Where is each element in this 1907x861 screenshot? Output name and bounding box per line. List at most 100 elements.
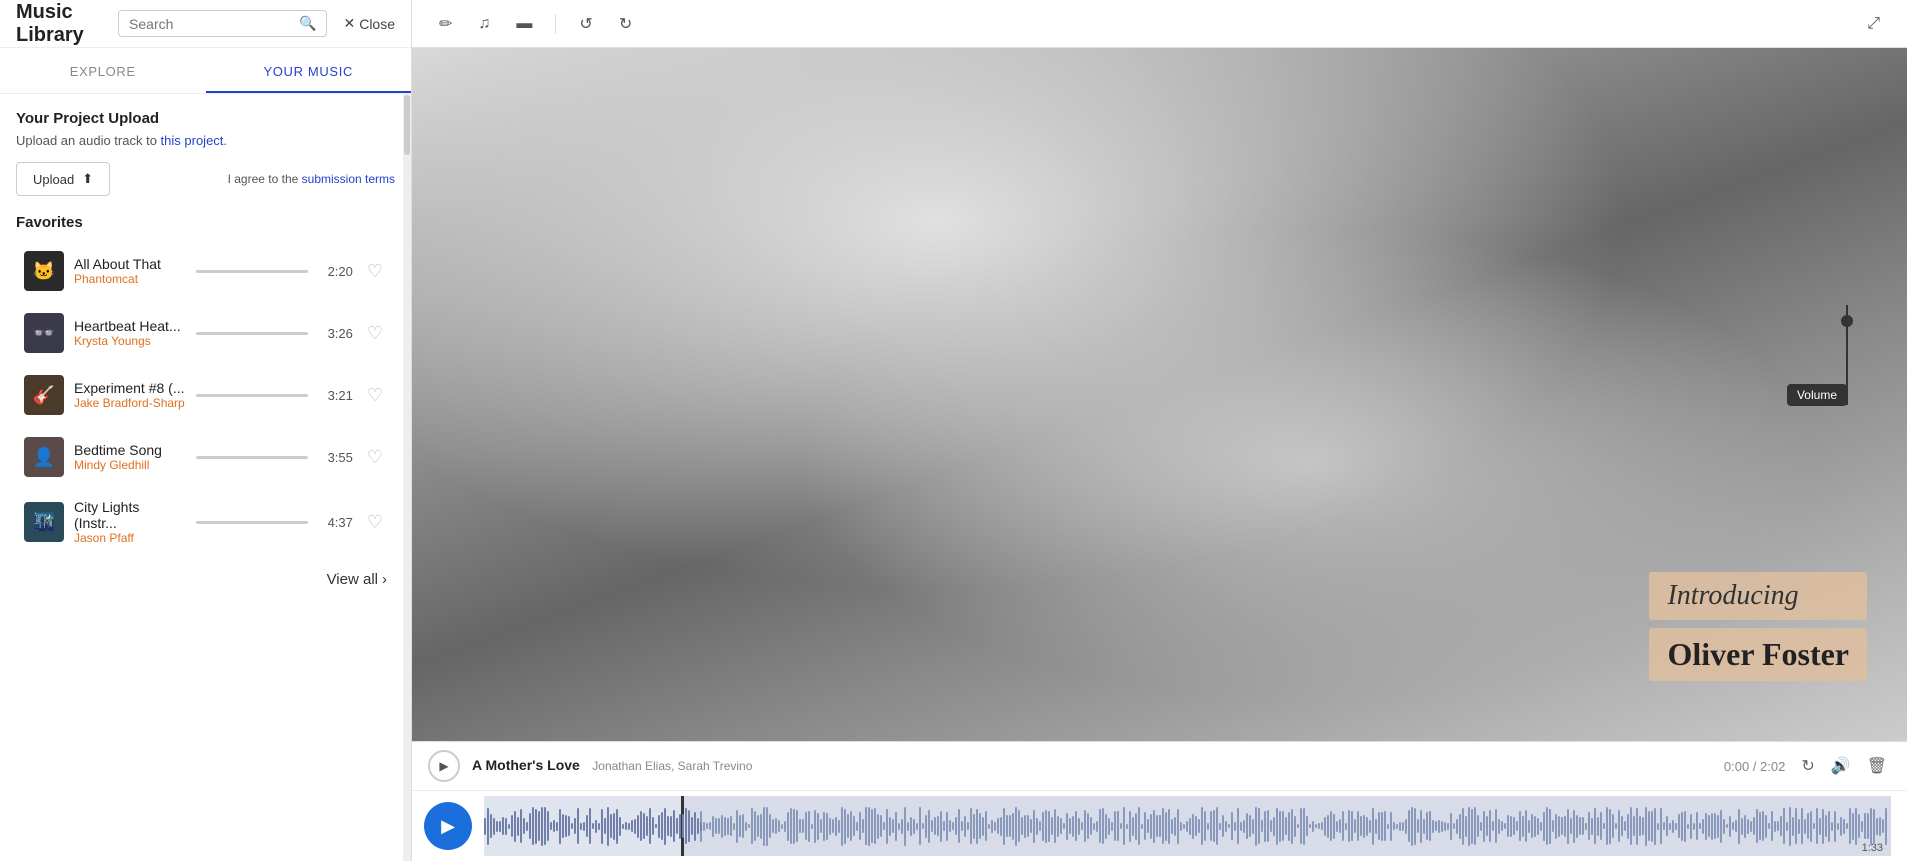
terms-prefix: I agree to the xyxy=(228,172,299,186)
redo-icon: ↻ xyxy=(619,14,632,34)
project-upload-title: Your Project Upload xyxy=(16,110,395,127)
terms-link[interactable]: submission terms xyxy=(302,172,395,186)
favorite-button[interactable]: ♡ xyxy=(363,319,387,348)
track-waveform xyxy=(196,270,308,273)
track-duration: 3:21 xyxy=(318,388,353,403)
favorite-button[interactable]: ♡ xyxy=(363,508,387,537)
track-duration: 3:26 xyxy=(318,326,353,341)
track-item[interactable]: 🐱 All About That Phantomcat 2:20 ♡ xyxy=(16,241,395,301)
upload-icon: ⬆ xyxy=(82,171,93,187)
track-artist: Phantomcat xyxy=(74,272,186,286)
volume-handle[interactable] xyxy=(1841,315,1853,327)
track-artist: Krysta Youngs xyxy=(74,334,186,348)
track-duration: 2:20 xyxy=(318,264,353,279)
track-info: City Lights (Instr... Jason Pfaff xyxy=(74,499,186,545)
scroll-thumb xyxy=(404,95,410,155)
track-controls-row: ▶ A Mother's Love Jonathan Elias, Sarah … xyxy=(412,742,1907,791)
video-text-overlay: Introducing Oliver Foster xyxy=(1649,572,1867,681)
undo-icon: ↺ xyxy=(579,14,592,34)
upload-row: Upload ⬆ I agree to the submission terms xyxy=(16,162,395,196)
toolbar: ✏ ♫ ▬ ↺ ↻ ⤢ xyxy=(412,0,1907,48)
track-artist: Jake Bradford-Sharp xyxy=(74,396,186,410)
project-upload-section: Your Project Upload Upload an audio trac… xyxy=(16,110,395,196)
right-panel: ✏ ♫ ▬ ↺ ↻ ⤢ xyxy=(412,0,1907,861)
delete-track-button[interactable]: 🗑 xyxy=(1863,752,1891,780)
video-placeholder: Introducing Oliver Foster Volume xyxy=(412,48,1907,741)
track-artist: Mindy Gledhill xyxy=(74,458,186,472)
external-link-button[interactable]: ⤢ xyxy=(1856,8,1891,40)
chevron-right-icon: › xyxy=(382,571,387,588)
track-waveform xyxy=(196,394,308,397)
track-thumbnail: 🐱 xyxy=(24,251,64,291)
waveform-row: ▶ 1:33 xyxy=(412,791,1907,861)
track-item[interactable]: 👓 Heartbeat Heat... Krysta Youngs 3:26 ♡ xyxy=(16,303,395,363)
track-name: Bedtime Song xyxy=(74,442,186,458)
project-upload-description: Upload an audio track to this project. xyxy=(16,133,395,148)
favorite-button[interactable]: ♡ xyxy=(363,443,387,472)
track-item[interactable]: 🎸 Experiment #8 (... Jake Bradford-Sharp… xyxy=(16,365,395,425)
track-name: City Lights (Instr... xyxy=(74,499,186,531)
redo-button[interactable]: ↻ xyxy=(608,7,643,41)
tab-explore[interactable]: EXPLORE xyxy=(0,48,206,93)
search-container: 🔍 xyxy=(118,10,327,37)
track-thumbnail: 🌃 xyxy=(24,502,64,542)
favorite-button[interactable]: ♡ xyxy=(363,257,387,286)
volume-label: Volume xyxy=(1797,388,1837,402)
thumb-icon: 🐱 xyxy=(33,261,55,282)
image-tool-button[interactable]: ▬ xyxy=(505,8,543,40)
upload-button[interactable]: Upload ⬆ xyxy=(16,162,110,196)
view-all-row: View all › xyxy=(16,557,395,596)
track-duration: 3:55 xyxy=(318,450,353,465)
play-big-button[interactable]: ▶ xyxy=(424,802,472,850)
volume-button[interactable]: 🔊 xyxy=(1827,752,1855,780)
video-preview-area: Introducing Oliver Foster Volume xyxy=(412,48,1907,741)
name-box: Oliver Foster xyxy=(1649,628,1867,681)
track-waveform xyxy=(196,332,308,335)
undo-button[interactable]: ↺ xyxy=(568,7,603,41)
scrollbar[interactable] xyxy=(403,94,411,861)
image-icon: ▬ xyxy=(516,15,532,33)
track-thumbnail: 👤 xyxy=(24,437,64,477)
waveform-container[interactable]: 1:33 xyxy=(484,796,1891,856)
thumb-icon: 🎸 xyxy=(33,385,55,406)
favorite-button[interactable]: ♡ xyxy=(363,381,387,410)
waveform-time-label: 1:33 xyxy=(1862,842,1883,854)
favorites-section: Favorites 🐱 All About That Phantomcat 2:… xyxy=(16,214,395,555)
close-button[interactable]: ✕ Close xyxy=(343,15,395,32)
tab-your-music[interactable]: YOUR MUSIC xyxy=(206,48,412,93)
waveform-bars-played xyxy=(484,796,706,856)
header: Music Library 🔍 ✕ Close xyxy=(0,0,411,48)
app-title: Music Library xyxy=(16,1,118,47)
play-circle-button[interactable]: ▶ xyxy=(428,750,460,782)
music-tool-button[interactable]: ♫ xyxy=(467,8,501,40)
now-playing-artists: Jonathan Elias, Sarah Trevino xyxy=(592,759,752,773)
track-thumbnail: 👓 xyxy=(24,313,64,353)
submission-terms: I agree to the submission terms xyxy=(228,172,395,186)
track-time: 0:00 / 2:02 xyxy=(1724,759,1785,774)
search-input[interactable] xyxy=(129,16,299,32)
track-item[interactable]: 🌃 City Lights (Instr... Jason Pfaff 4:37… xyxy=(16,489,395,555)
introducing-box: Introducing xyxy=(1649,572,1867,620)
now-playing-title: A Mother's Love xyxy=(472,757,580,773)
waveform-bars-remaining xyxy=(684,796,1891,856)
close-label: Close xyxy=(359,16,395,32)
pencil-tool-button[interactable]: ✏ xyxy=(428,7,463,41)
repeat-button[interactable]: ↻ xyxy=(1797,752,1818,780)
name-text: Oliver Foster xyxy=(1667,636,1849,672)
waveform-played-section xyxy=(484,796,684,856)
track-waveform xyxy=(196,456,308,459)
thumb-icon: 👓 xyxy=(33,323,55,344)
track-waveform xyxy=(196,521,308,524)
volume-tooltip: Volume xyxy=(1787,384,1847,406)
left-panel: Music Library 🔍 ✕ Close EXPLORE YOUR MUS… xyxy=(0,0,412,861)
track-artist: Jason Pfaff xyxy=(74,531,186,545)
project-link[interactable]: this project xyxy=(161,133,224,148)
content-area: Your Project Upload Upload an audio trac… xyxy=(0,94,411,861)
track-name: Heartbeat Heat... xyxy=(74,318,186,334)
track-duration: 4:37 xyxy=(318,515,353,530)
track-item[interactable]: 👤 Bedtime Song Mindy Gledhill 3:55 ♡ xyxy=(16,427,395,487)
view-all-button[interactable]: View all › xyxy=(327,571,387,588)
thumb-icon: 🌃 xyxy=(33,512,55,533)
view-all-label: View all xyxy=(327,571,378,588)
track-title-area: A Mother's Love Jonathan Elias, Sarah Tr… xyxy=(472,757,1712,775)
